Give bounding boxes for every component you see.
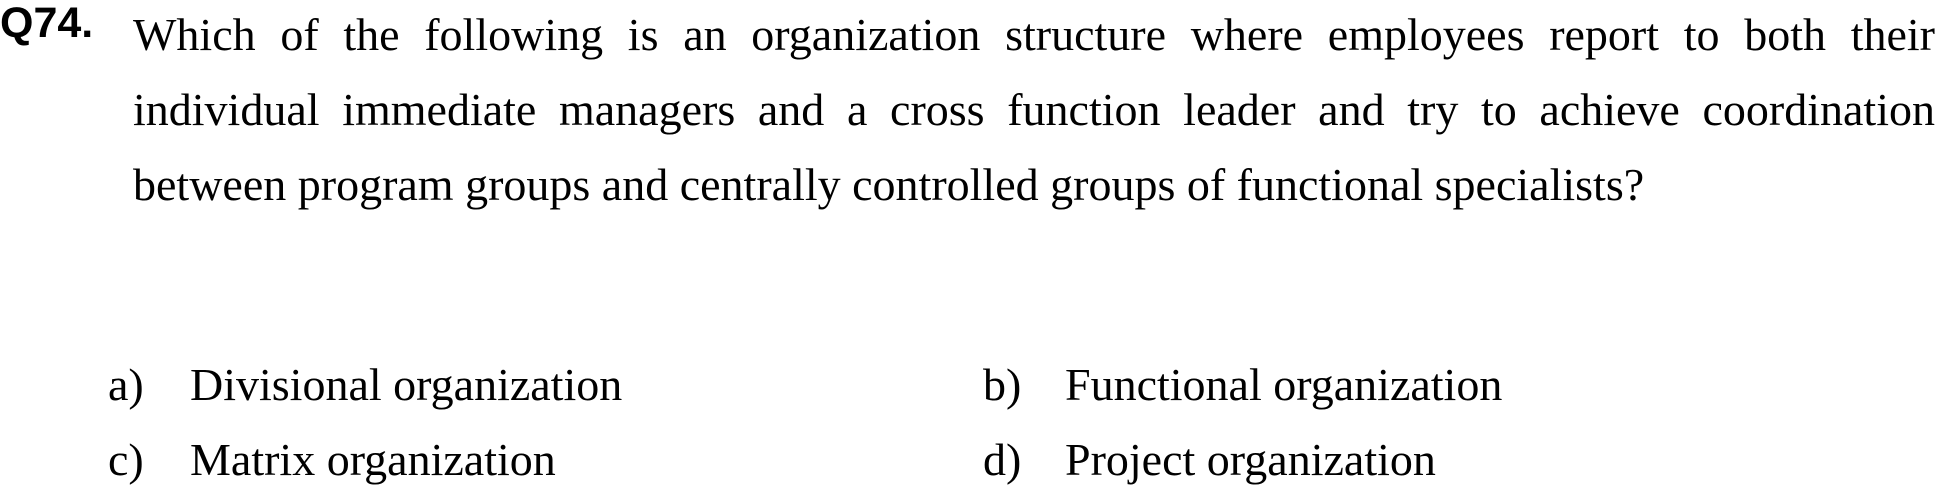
option-d-letter: d) — [983, 434, 1022, 485]
option-c-text: Matrix organization — [190, 434, 556, 485]
option-d-text: Project organization — [1065, 434, 1436, 485]
question-text: Which of the following is an organizatio… — [133, 9, 1935, 210]
option-b-text: Functional organization — [1065, 359, 1503, 410]
option-b-letter: b) — [983, 359, 1022, 410]
question-number: Q74. — [0, 0, 94, 47]
option-a-letter: a) — [108, 359, 144, 410]
option-c-letter: c) — [108, 434, 144, 485]
option-a-text: Divisional organization — [190, 359, 623, 410]
